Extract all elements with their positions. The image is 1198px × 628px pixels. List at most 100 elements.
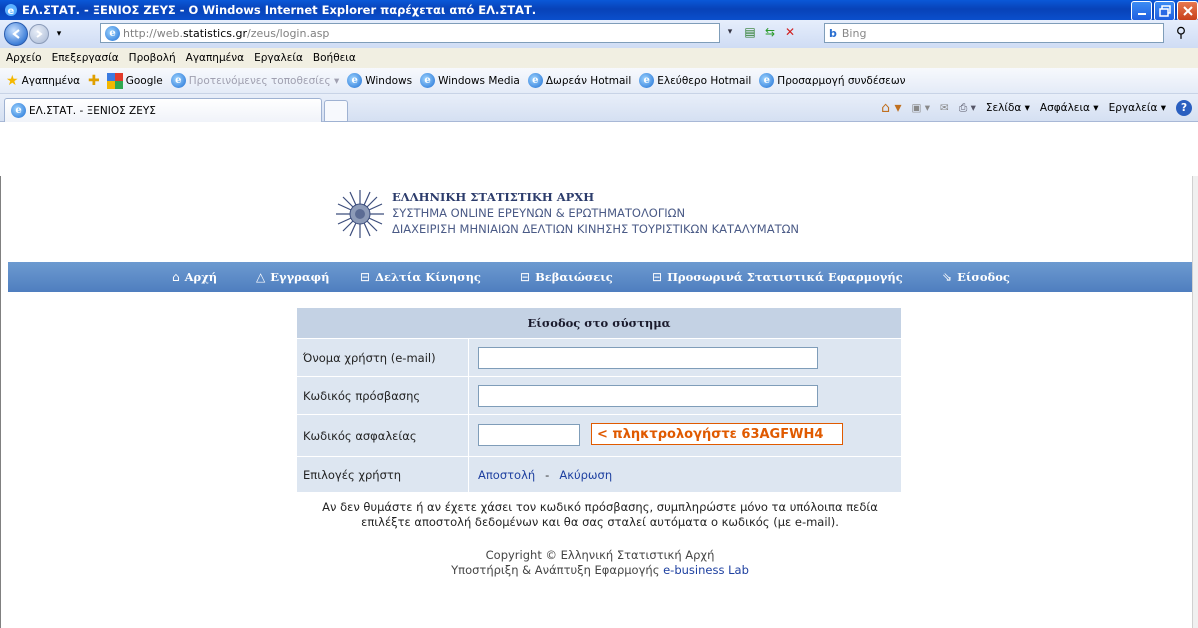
forward-button[interactable] bbox=[29, 24, 49, 44]
org-name: ΕΛΛΗΝΙΚΗ ΣΤΑΤΙΣΤΙΚΗ ΑΡΧΗ bbox=[392, 190, 595, 204]
nav-home[interactable]: ⌂ Αρχή bbox=[172, 270, 217, 284]
ie-icon: e bbox=[170, 73, 186, 88]
fav-windows[interactable]: e Windows bbox=[347, 73, 412, 88]
tab-row: e ΕΛ.ΣΤΑΤ. - ΞΕΝΙΟΣ ΖΕΥΣ ⌂ ▾ ▣ ▾ ✉ ⎙ ▾ Σ… bbox=[0, 94, 1198, 122]
menu-view[interactable]: Προβολή bbox=[127, 52, 178, 64]
home-icon[interactable]: ⌂ ▾ bbox=[881, 100, 901, 116]
system-subtitle: ΔΙΑΧΕΙΡΙΣΗ ΜΗΝΙΑΙΩΝ ΔΕΛΤΙΩΝ ΚΙΝΗΣΗΣ ΤΟΥΡ… bbox=[392, 222, 799, 236]
ie-icon: e bbox=[639, 73, 655, 88]
form-icon: ⊟ bbox=[520, 270, 531, 284]
fav-hotmail[interactable]: e Ελεύθερο Hotmail bbox=[639, 73, 751, 88]
menu-edit[interactable]: Επεξεργασία bbox=[50, 52, 121, 64]
mail-icon[interactable]: ✉ bbox=[940, 102, 949, 114]
nav-certificates[interactable]: ⊟ Βεβαιώσεις bbox=[520, 270, 613, 284]
favorites-button[interactable]: ★ Αγαπημένα bbox=[6, 73, 80, 89]
ie-icon: e bbox=[759, 73, 775, 88]
feeds-icon[interactable]: ▣ ▾ bbox=[912, 102, 931, 114]
note-line-2: επιλέξτε αποστολή δεδομένων και θα σας σ… bbox=[361, 515, 839, 529]
favorites-bar: ★ Αγαπημένα ✚ Google e Προτεινόμενες τοπ… bbox=[0, 68, 1198, 94]
print-icon[interactable]: ⎙ ▾ bbox=[959, 102, 976, 115]
fav-free-hotmail-label: Δωρεάν Hotmail bbox=[545, 74, 632, 87]
vertical-scrollbar[interactable] bbox=[1192, 176, 1198, 628]
menu-bar: Αρχείο Επεξεργασία Προβολή Αγαπημένα Εργ… bbox=[0, 48, 1198, 68]
fav-google[interactable]: Google bbox=[106, 72, 163, 89]
search-placeholder: Bing bbox=[841, 26, 867, 40]
password-row: Κωδικός πρόσβασης bbox=[297, 376, 901, 414]
menu-file[interactable]: Αρχείο bbox=[4, 52, 44, 64]
tab-label: ΕΛ.ΣΤΑΤ. - ΞΕΝΙΟΣ ΖΕΥΣ bbox=[29, 104, 156, 117]
add-favorite-button[interactable]: ✚ bbox=[88, 73, 103, 89]
security-code-input[interactable] bbox=[478, 424, 580, 446]
menu-favorites[interactable]: Αγαπημένα bbox=[184, 52, 246, 64]
address-bar[interactable]: e http://web. statistics.gr/zeus/login.as… bbox=[100, 23, 720, 43]
history-dropdown[interactable]: ▾ bbox=[51, 25, 67, 43]
refresh-icon[interactable]: ⇆ bbox=[762, 23, 778, 41]
fav-suggested-sites[interactable]: e Προτεινόμενες τοποθεσίες ▾ bbox=[170, 73, 340, 88]
favorites-label: Αγαπημένα bbox=[21, 74, 80, 87]
search-input[interactable]: b Bing bbox=[824, 23, 1164, 43]
search-icon: ⚲ bbox=[1175, 25, 1187, 41]
stop-icon[interactable]: ✕ bbox=[782, 23, 798, 41]
page-icon: e bbox=[105, 25, 120, 41]
nav-temp-stats[interactable]: ⊟ Προσωρινά Στατιστικά Εφαρμογής bbox=[652, 270, 903, 284]
username-row: Όνομα χρήστη (e-mail) bbox=[297, 338, 901, 376]
page-footer: Copyright © Ελληνική Στατιστική Αρχή Υπο… bbox=[8, 548, 1192, 578]
form-icon: ⊟ bbox=[360, 270, 371, 284]
fav-hotmail-label: Ελεύθερο Hotmail bbox=[657, 74, 752, 87]
note-line-1: Αν δεν θυμάστε ή αν έχετε χάσει τον κωδι… bbox=[322, 500, 878, 514]
compatibility-icon[interactable]: ▤ bbox=[742, 23, 758, 41]
link-separator: - bbox=[545, 467, 550, 482]
ie-icon: e bbox=[11, 103, 26, 118]
page-menu[interactable]: Σελίδα ▾ bbox=[986, 102, 1030, 114]
nav-login-label: Είσοδος bbox=[957, 270, 1010, 284]
login-heading: Είσοδος στο σύστημα bbox=[297, 308, 901, 338]
svg-text:e: e bbox=[8, 6, 15, 17]
cancel-link[interactable]: Ακύρωση bbox=[559, 468, 612, 482]
nav-login[interactable]: ⇘ Είσοδος bbox=[942, 270, 1010, 284]
support-text: Υποστήριξη & Ανάπτυξη Εφαρμογής bbox=[451, 563, 660, 577]
page-header: ΕΛΛΗΝΙΚΗ ΣΤΑΤΙΣΤΙΚΗ ΑΡΧΗ ΣΥΣΤΗΜΑ ONLINE … bbox=[8, 184, 1192, 258]
copyright-text: Copyright © Ελληνική Στατιστική Αρχή bbox=[485, 548, 715, 562]
tools-menu[interactable]: Εργαλεία ▾ bbox=[1109, 102, 1166, 114]
close-button[interactable] bbox=[1177, 1, 1198, 21]
menu-help[interactable]: Βοήθεια bbox=[311, 52, 358, 64]
address-toolbar: ▾ e http://web. statistics.gr/zeus/login.… bbox=[0, 20, 1198, 48]
nav-movement[interactable]: ⊟ Δελτία Κίνησης bbox=[360, 270, 481, 284]
username-input[interactable] bbox=[478, 347, 818, 369]
minimize-button[interactable] bbox=[1131, 1, 1152, 21]
nav-certificates-label: Βεβαιώσεις bbox=[535, 270, 613, 284]
minimize-icon bbox=[1137, 13, 1146, 15]
maximize-button[interactable] bbox=[1154, 1, 1175, 21]
main-nav: ⌂ Αρχή △ Εγγραφή ⊟ Δελτία Κίνησης ⊟ Βεβαιώσε… bbox=[8, 262, 1192, 292]
search-button[interactable]: ⚲ bbox=[1170, 23, 1192, 43]
url-prefix: http://web. bbox=[123, 26, 183, 40]
address-dropdown-icon[interactable]: ▾ bbox=[722, 23, 738, 41]
window-title-bar[interactable]: e ΕΛ.ΣΤΑΤ. - ΞΕΝΙΟΣ ΖΕΥΣ - Ο Windows Int… bbox=[0, 0, 1198, 21]
captcha-hint: < πληκτρολογήστε 63AGFWH4 bbox=[591, 423, 843, 445]
password-input[interactable] bbox=[478, 385, 818, 407]
nav-register-label: Εγγραφή bbox=[270, 270, 330, 284]
window-title: ΕΛ.ΣΤΑΤ. - ΞΕΝΙΟΣ ΖΕΥΣ - Ο Windows Inter… bbox=[22, 3, 537, 17]
fav-customize-links[interactable]: e Προσαρμογή συνδέσεων bbox=[759, 73, 906, 88]
security-row: Κωδικός ασφαλείας < πληκτρολογήστε 63AGF… bbox=[297, 414, 901, 456]
fav-windows-media[interactable]: e Windows Media bbox=[420, 73, 520, 88]
fav-free-hotmail[interactable]: e Δωρεάν Hotmail bbox=[527, 73, 632, 88]
password-note: Αν δεν θυμάστε ή αν έχετε χάσει τον κωδι… bbox=[8, 500, 1192, 530]
tab-current[interactable]: e ΕΛ.ΣΤΑΤ. - ΞΕΝΙΟΣ ΖΕΥΣ bbox=[4, 98, 322, 122]
viewport-left-edge bbox=[0, 176, 8, 628]
ebusiness-lab-link[interactable]: e-business Lab bbox=[663, 563, 749, 577]
help-icon[interactable]: ? bbox=[1176, 100, 1192, 116]
ie-icon: e bbox=[5, 4, 17, 17]
forward-arrow-icon bbox=[36, 30, 43, 38]
nav-movement-label: Δελτία Κίνησης bbox=[375, 270, 481, 284]
home-icon: ⌂ bbox=[172, 270, 180, 284]
back-button[interactable] bbox=[4, 22, 28, 46]
nav-register[interactable]: △ Εγγραφή bbox=[256, 270, 329, 284]
safety-menu[interactable]: Ασφάλεια ▾ bbox=[1040, 102, 1099, 114]
send-link[interactable]: Αποστολή bbox=[478, 468, 535, 482]
system-name: ΣΥΣΤΗΜΑ ONLINE ΕΡΕΥΝΩΝ & ΕΡΩΤΗΜΑΤΟΛΟΓΙΩΝ bbox=[392, 206, 686, 220]
login-panel: Είσοδος στο σύστημα Όνομα χρήστη (e-mail… bbox=[297, 308, 901, 492]
fav-suggested-label: Προτεινόμενες τοποθεσίες ▾ bbox=[188, 74, 340, 87]
menu-tools[interactable]: Εργαλεία bbox=[252, 52, 305, 64]
new-tab-button[interactable] bbox=[324, 100, 348, 122]
